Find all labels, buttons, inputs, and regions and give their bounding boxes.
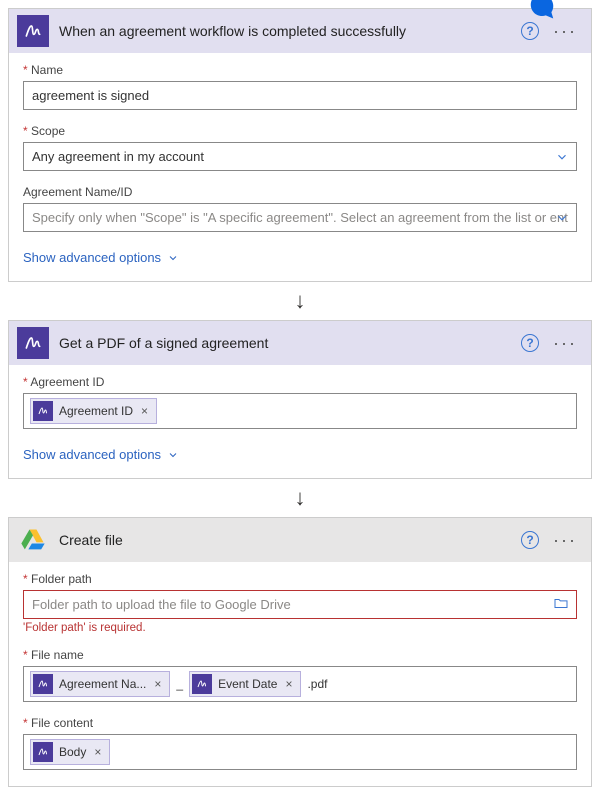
file-content-label: File content [23,716,577,730]
show-advanced-link[interactable]: Show advanced options [23,447,179,462]
help-icon[interactable]: ? [521,531,539,549]
show-advanced-label: Show advanced options [23,250,161,265]
step-createfile-body: Folder path 'Folder path' is required. F… [9,562,591,786]
help-icon[interactable]: ? [521,22,539,40]
filename-extension: .pdf [305,677,329,691]
step-createfile-title: Create file [59,532,511,548]
flow-arrow-icon: ↓ [8,479,592,517]
token-label: Body [59,745,86,759]
agreement-id-label: Agreement ID [23,375,577,389]
agreement-id-input[interactable]: Agreement ID × [23,393,577,429]
token-label: Agreement Na... [59,677,146,691]
token-remove-icon[interactable]: × [283,677,294,691]
adobe-sign-icon [192,674,212,694]
token-body[interactable]: Body × [30,739,110,765]
step-trigger-card: When an agreement workflow is completed … [8,8,592,282]
token-remove-icon[interactable]: × [139,404,150,418]
agreement-input[interactable] [23,203,577,232]
file-name-input[interactable]: Agreement Na... × _ Event Date × .pdf [23,666,577,702]
show-advanced-link[interactable]: Show advanced options [23,250,179,265]
adobe-sign-icon [33,401,53,421]
scope-label: Scope [23,124,577,138]
filename-separator: _ [174,677,185,691]
more-menu-icon[interactable]: ··· [553,531,577,549]
token-label: Event Date [218,677,277,691]
adobe-sign-icon [33,674,53,694]
token-agreement-id[interactable]: Agreement ID × [30,398,157,424]
more-menu-icon[interactable]: ··· [553,334,577,352]
step-getpdf-body: Agreement ID Agreement ID × Show advance… [9,365,591,478]
folder-path-error: 'Folder path' is required. [23,622,577,634]
step-trigger-header[interactable]: When an agreement workflow is completed … [9,9,591,53]
step-trigger-body: Name Scope Agreement Name/ID Show advanc… [9,53,591,281]
token-agreement-name[interactable]: Agreement Na... × [30,671,170,697]
file-name-label: File name [23,648,577,662]
step-createfile-card: Create file ? ··· Folder path 'Folder pa… [8,517,592,787]
token-label: Agreement ID [59,404,133,418]
chevron-down-icon [167,252,179,264]
flow-arrow-icon: ↓ [8,282,592,320]
scope-select[interactable] [23,142,577,171]
step-createfile-header[interactable]: Create file ? ··· [9,518,591,562]
file-content-input[interactable]: Body × [23,734,577,770]
adobe-sign-icon [17,327,49,359]
token-remove-icon[interactable]: × [152,677,163,691]
show-advanced-label: Show advanced options [23,447,161,462]
folder-path-label: Folder path [23,572,577,586]
name-input[interactable] [23,81,577,110]
agreement-label: Agreement Name/ID [23,185,577,199]
adobe-sign-icon [33,742,53,762]
folder-picker-icon[interactable] [553,595,569,614]
token-event-date[interactable]: Event Date × [189,671,301,697]
chevron-down-icon [167,449,179,461]
token-remove-icon[interactable]: × [92,745,103,759]
step-trigger-title: When an agreement workflow is completed … [59,23,511,39]
name-label: Name [23,63,577,77]
adobe-sign-icon [17,15,49,47]
step-getpdf-header[interactable]: Get a PDF of a signed agreement ? ··· [9,321,591,365]
step-getpdf-card: Get a PDF of a signed agreement ? ··· Ag… [8,320,592,479]
folder-path-input[interactable] [23,590,577,619]
step-getpdf-title: Get a PDF of a signed agreement [59,335,511,351]
google-drive-icon [17,524,49,556]
help-icon[interactable]: ? [521,334,539,352]
more-menu-icon[interactable]: ··· [553,22,577,40]
comment-indicator-icon [527,0,557,21]
